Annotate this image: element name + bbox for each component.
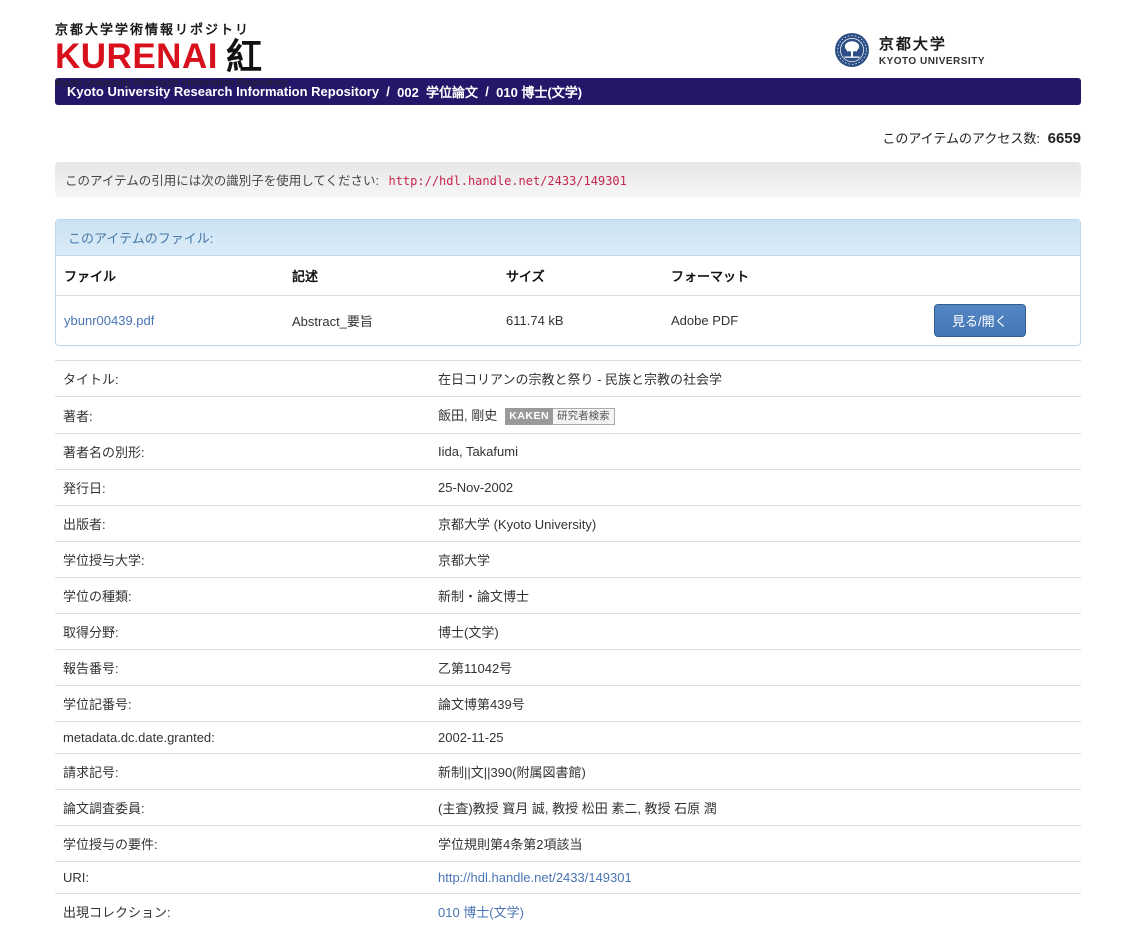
file-size: 611.74 kB — [498, 296, 663, 346]
handle-identifier-link[interactable]: http://hdl.handle.net/2433/149301 — [388, 174, 626, 188]
file-column-header: フォーマット — [663, 256, 926, 296]
metadata-label: 学位記番号: — [55, 686, 430, 722]
metadata-label: 出現コレクション: — [55, 894, 430, 929]
citation-bar: このアイテムの引用には次の識別子を使用してください: http://hdl.ha… — [55, 162, 1081, 197]
university-name-english: KYOTO UNIVERSITY — [879, 56, 985, 67]
metadata-label: 報告番号: — [55, 650, 430, 686]
metadata-value: 2002-11-25 — [438, 730, 504, 745]
metadata-value: (主査)教授 寳月 誠, 教授 松田 素二, 教授 石原 潤 — [438, 801, 717, 816]
metadata-label: 請求記号: — [55, 754, 430, 790]
university-name-japanese: 京都大学 — [879, 33, 985, 54]
breadcrumb-item[interactable]: 002 学位論文 — [397, 82, 478, 101]
metadata-value: 京都大学 — [438, 553, 490, 568]
metadata-row: 著者: 飯田, 剛史 KAKEN研究者検索 — [55, 397, 1081, 434]
page: 京都大学学術情報リポジトリ KURENAI 紅 Kyoto University… — [55, 0, 1081, 929]
file-column-header-action — [926, 256, 1080, 296]
metadata-row: 報告番号: 乙第11042号 — [55, 650, 1081, 686]
metadata-row: 学位記番号: 論文博第439号 — [55, 686, 1081, 722]
metadata-label: タイトル: — [55, 361, 430, 397]
citation-label: このアイテムの引用には次の識別子を使用してください: — [65, 174, 379, 188]
metadata-row: 論文調査委員: (主査)教授 寳月 誠, 教授 松田 素二, 教授 石原 潤 — [55, 790, 1081, 826]
metadata-row: タイトル: 在日コリアンの宗教と祭り - 民族と宗教の社会学 — [55, 361, 1081, 397]
metadata-row: URI: http://hdl.handle.net/2433/149301 — [55, 862, 1081, 894]
metadata-label: URI: — [55, 862, 430, 894]
metadata-row: metadata.dc.date.granted: 2002-11-25 — [55, 722, 1081, 754]
metadata-value: 京都大学 (Kyoto University) — [438, 517, 596, 532]
view-open-button[interactable]: 見る/開く — [934, 304, 1026, 337]
file-column-header: サイズ — [498, 256, 663, 296]
metadata-value-link[interactable]: http://hdl.handle.net/2433/149301 — [438, 870, 632, 885]
file-column-header: 記述 — [284, 256, 498, 296]
metadata-value: 25-Nov-2002 — [438, 480, 513, 495]
access-count-label: このアイテムのアクセス数: — [882, 131, 1040, 146]
kurenai-kanji-mark: 紅 — [226, 39, 262, 75]
kaken-researcher-search-badge[interactable]: KAKEN研究者検索 — [505, 408, 614, 426]
metadata-row: 学位授与大学: 京都大学 — [55, 542, 1081, 578]
metadata-row: 学位の種類: 新制・論文博士 — [55, 578, 1081, 614]
metadata-value: 在日コリアンの宗教と祭り - 民族と宗教の社会学 — [438, 372, 722, 387]
breadcrumb-separator: / — [478, 84, 496, 99]
metadata-label: 出版者: — [55, 506, 430, 542]
metadata-value: 乙第11042号 — [438, 661, 512, 676]
page-header: 京都大学学術情報リポジトリ KURENAI 紅 Kyoto University… — [55, 0, 1081, 78]
access-count: このアイテムのアクセス数: 6659 — [55, 128, 1081, 147]
kurenai-wordmark: KURENAI — [55, 39, 218, 74]
metadata-label: 学位授与の要件: — [55, 826, 430, 862]
files-panel-title: このアイテムのファイル: — [56, 220, 1080, 256]
metadata-value: 論文博第439号 — [438, 697, 525, 712]
breadcrumb-separator: / — [379, 84, 397, 99]
access-count-value: 6659 — [1048, 130, 1081, 147]
metadata-value: Iida, Takafumi — [438, 444, 518, 459]
files-table: ファイル記述サイズフォーマット ybunr00439.pdf Abstract_要… — [56, 256, 1080, 345]
metadata-row: 出版者: 京都大学 (Kyoto University) — [55, 506, 1081, 542]
file-column-header: ファイル — [56, 256, 284, 296]
metadata-label: 学位授与大学: — [55, 542, 430, 578]
metadata-value: 博士(文学) — [438, 625, 499, 640]
breadcrumb-item[interactable]: 010 博士(文学) — [496, 82, 582, 101]
files-header-row: ファイル記述サイズフォーマット — [56, 256, 1080, 296]
metadata-label: 著者名の別形: — [55, 434, 430, 470]
metadata-table: タイトル: 在日コリアンの宗教と祭り - 民族と宗教の社会学著者: 飯田, 剛史 KA… — [55, 360, 1081, 929]
file-row: ybunr00439.pdf Abstract_要旨611.74 kBAdobe … — [56, 296, 1080, 346]
kurenai-logo[interactable]: 京都大学学術情報リポジトリ KURENAI 紅 Kyoto University… — [55, 19, 287, 89]
metadata-row: 著者名の別形: Iida, Takafumi — [55, 434, 1081, 470]
metadata-label: 取得分野: — [55, 614, 430, 650]
metadata-value: 学位規則第4条第2項該当 — [438, 837, 582, 852]
file-description: Abstract_要旨 — [284, 296, 498, 346]
metadata-row: 学位授与の要件: 学位規則第4条第2項該当 — [55, 826, 1081, 862]
kaken-badge-brand: KAKEN — [505, 408, 553, 426]
metadata-label: 発行日: — [55, 470, 430, 506]
metadata-value: 新制・論文博士 — [438, 589, 529, 604]
metadata-value: 新制||文||390(附属図書館) — [438, 765, 586, 780]
metadata-row: 取得分野: 博士(文学) — [55, 614, 1081, 650]
metadata-label: 論文調査委員: — [55, 790, 430, 826]
metadata-value: 飯田, 剛史 — [438, 408, 497, 423]
file-name-link[interactable]: ybunr00439.pdf — [64, 313, 154, 328]
metadata-row: 出現コレクション:010 博士(文学) — [55, 894, 1081, 929]
file-format: Adobe PDF — [663, 296, 926, 346]
metadata-label: 学位の種類: — [55, 578, 430, 614]
kaken-badge-label: 研究者検索 — [553, 408, 615, 426]
university-emblem-icon — [834, 32, 870, 68]
metadata-label: metadata.dc.date.granted: — [55, 722, 430, 754]
site-subtitle: Kyoto University Research Information Re… — [55, 77, 287, 89]
files-panel: このアイテムのファイル: ファイル記述サイズフォーマット ybunr00439.… — [55, 219, 1081, 346]
metadata-row: 請求記号: 新制||文||390(附属図書館) — [55, 754, 1081, 790]
kyoto-university-logo[interactable]: 京都大学 KYOTO UNIVERSITY — [834, 32, 985, 68]
metadata-label: 著者: — [55, 397, 430, 434]
metadata-row: 発行日: 25-Nov-2002 — [55, 470, 1081, 506]
